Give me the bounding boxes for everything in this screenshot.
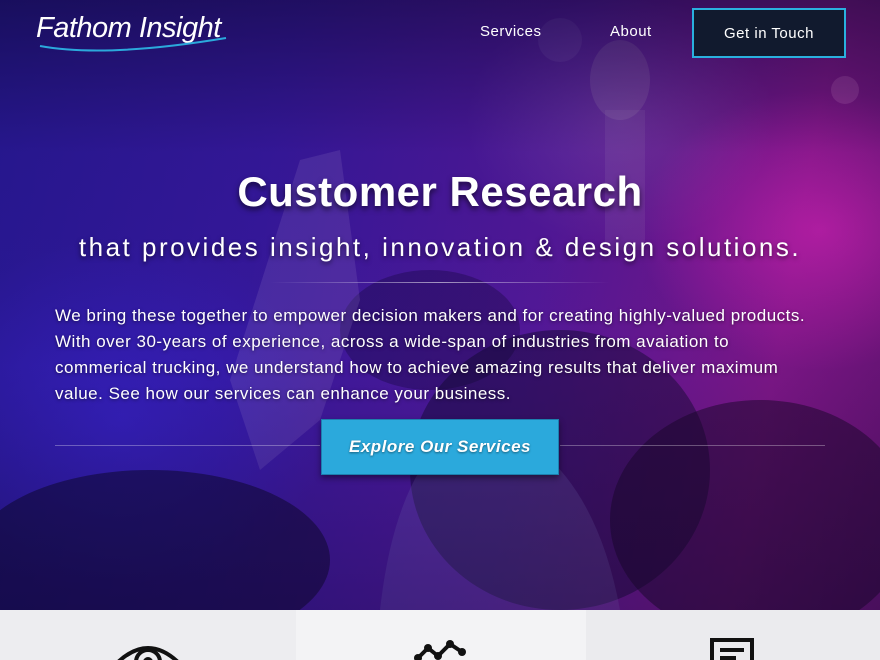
service-cards <box>0 610 880 660</box>
eye-icon <box>117 646 179 660</box>
top-navigation: Fathom Insight Services About Get in Tou… <box>0 0 880 66</box>
nav-link-about[interactable]: About <box>610 23 652 40</box>
explore-services-button[interactable]: Explore Our Services <box>321 419 559 475</box>
chart-icon <box>414 640 466 660</box>
hero-section: Fathom Insight Services About Get in Tou… <box>0 0 880 610</box>
nav-link-services[interactable]: Services <box>480 23 542 40</box>
service-card-2[interactable] <box>296 610 586 660</box>
cta-divider-left <box>55 445 320 446</box>
logo[interactable]: Fathom Insight <box>36 10 236 54</box>
hero-subtitle: that provides insight, innovation & desi… <box>78 232 802 262</box>
hero-body-text: We bring these together to empower decis… <box>55 306 806 403</box>
hero-divider <box>270 282 610 283</box>
logo-swoosh-icon <box>39 37 227 52</box>
page: Fathom Insight Services About Get in Tou… <box>0 0 880 660</box>
hero-title: Customer Research <box>237 168 643 215</box>
get-in-touch-button[interactable]: Get in Touch <box>692 8 846 58</box>
service-card-1[interactable] <box>0 610 296 660</box>
document-icon <box>710 638 754 660</box>
service-card-3[interactable] <box>586 610 880 660</box>
cta-divider-right <box>560 445 825 446</box>
